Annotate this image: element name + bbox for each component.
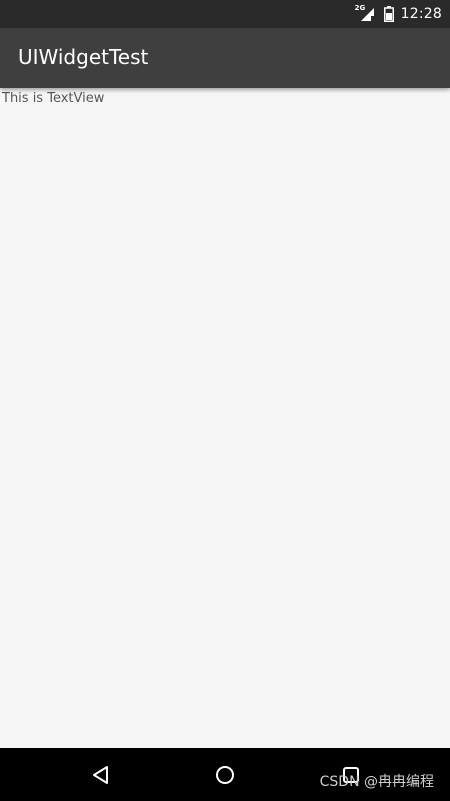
main-content: This is TextView	[0, 88, 450, 748]
back-button[interactable]	[87, 762, 113, 788]
signal-icon: 2G	[354, 4, 377, 23]
watermark-label: CSDN @冉冉编程	[319, 774, 434, 790]
status-icons: 2G 12:28	[354, 0, 442, 28]
phone-screen: 2G 12:28 UIWidgetTest This is TextView C…	[0, 0, 450, 801]
status-bar: 2G 12:28	[0, 0, 450, 28]
home-icon	[216, 766, 234, 784]
network-type-label: 2G	[354, 4, 366, 12]
back-icon	[93, 766, 108, 784]
navigation-bar: CSDN @冉冉编程	[0, 748, 450, 801]
status-time: 12:28	[400, 6, 442, 22]
battery-icon	[383, 6, 394, 22]
app-bar: UIWidgetTest	[0, 28, 450, 88]
text-view: This is TextView	[2, 91, 105, 106]
home-button[interactable]	[212, 762, 238, 788]
app-title: UIWidgetTest	[18, 45, 149, 69]
